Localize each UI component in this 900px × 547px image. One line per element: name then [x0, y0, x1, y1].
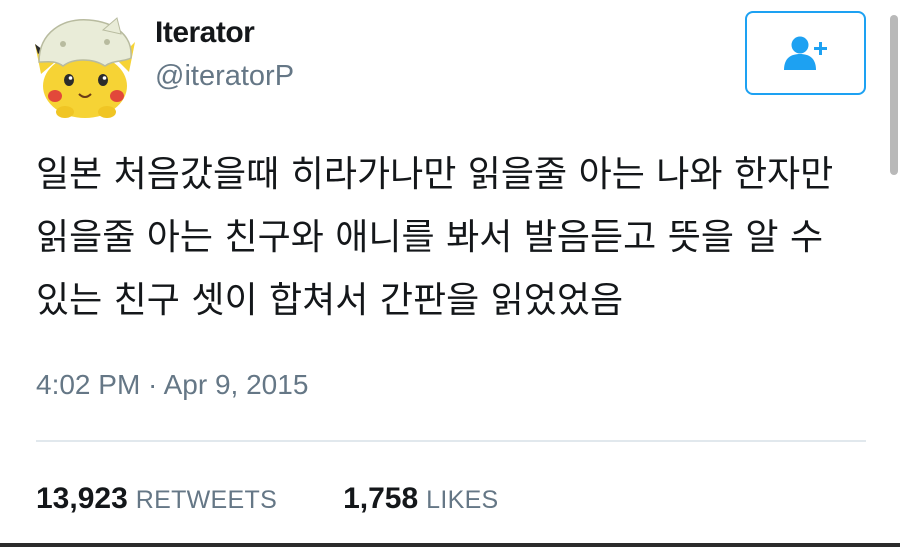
divider	[36, 440, 866, 442]
tweet-stats: 13,923 RETWEETS 1,758 LIKES	[36, 482, 565, 516]
likes-label: LIKES	[426, 486, 499, 514]
author-name[interactable]: Iterator	[155, 16, 255, 50]
scrollbar-thumb[interactable]	[890, 15, 898, 175]
retweets-count: 13,923	[36, 482, 128, 515]
likes-stat[interactable]: 1,758 LIKES	[343, 482, 498, 516]
pikachu-avatar-icon	[35, 17, 135, 118]
add-user-icon	[783, 36, 827, 70]
tweet-text: 일본 처음갔을때 히라가나만 읽을줄 아는 나와 한자만 읽을줄 아는 친구와 …	[36, 154, 834, 321]
tweet-card: Iterator @iteratorP 일본 처음갔을때 히라가나만 읽을줄 아…	[0, 0, 900, 547]
author-handle[interactable]: @iteratorP	[155, 60, 294, 93]
scrollbar[interactable]	[888, 0, 900, 547]
follow-button[interactable]	[745, 11, 866, 95]
avatar[interactable]	[33, 14, 137, 118]
tweet-timestamp[interactable]: 4:02 PM · Apr 9, 2015	[36, 369, 308, 401]
retweets-label: RETWEETS	[135, 486, 278, 514]
retweets-stat[interactable]: 13,923 RETWEETS	[36, 482, 277, 516]
likes-count: 1,758	[343, 482, 419, 515]
bottom-edge	[0, 543, 900, 547]
